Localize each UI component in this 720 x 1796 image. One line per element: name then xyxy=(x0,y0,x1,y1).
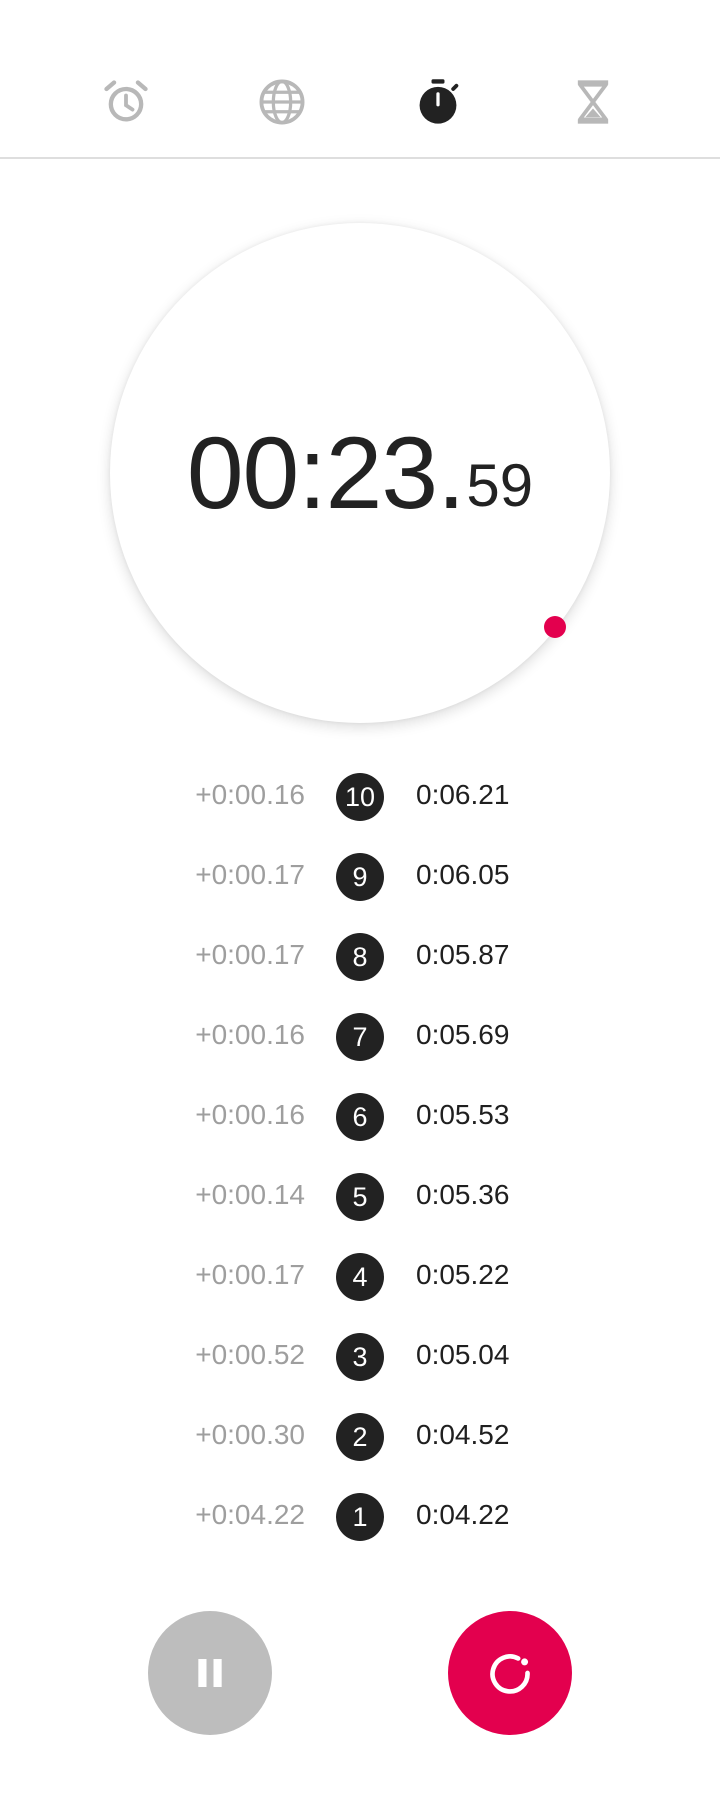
lap-total-time: 0:05.36 xyxy=(416,1179,510,1210)
lap-total-time: 0:04.22 xyxy=(416,1499,510,1530)
lap-number-badge: 3 xyxy=(336,1333,384,1381)
lap-button[interactable] xyxy=(448,1611,572,1735)
lap-split: +0:00.30 xyxy=(195,1419,305,1450)
lap-total-time: 0:05.53 xyxy=(416,1099,510,1130)
lap-number-badge: 7 xyxy=(336,1013,384,1061)
lap-split: +0:00.14 xyxy=(195,1179,305,1210)
lap-number-badge: 6 xyxy=(336,1093,384,1141)
lap-total-time: 0:05.69 xyxy=(416,1019,510,1050)
lap-icon xyxy=(490,1654,530,1694)
tab-world-clock[interactable] xyxy=(250,70,314,134)
tab-alarm[interactable] xyxy=(94,70,158,134)
elapsed-time-hundredths: 59 xyxy=(466,452,534,519)
lap-split: +0:00.16 xyxy=(195,1099,305,1130)
lap-number-badge: 9 xyxy=(336,853,384,901)
stopwatch-icon xyxy=(419,79,459,124)
globe-icon xyxy=(259,79,305,125)
lap-split: +0:00.17 xyxy=(195,1259,305,1290)
lap-row: +0:00.16 6 0:05.53 xyxy=(0,1077,720,1157)
progress-indicator-dot xyxy=(544,616,566,638)
alarm-clock-icon xyxy=(104,80,148,122)
lap-row: +0:00.30 2 0:04.52 xyxy=(0,1397,720,1477)
lap-total-time: 0:05.04 xyxy=(416,1339,510,1370)
stopwatch-dial: 00:23. 59 xyxy=(110,223,610,723)
hourglass-icon xyxy=(577,80,609,124)
lap-split: +0:00.52 xyxy=(195,1339,305,1370)
lap-number-badge: 5 xyxy=(336,1173,384,1221)
lap-total-time: 0:05.87 xyxy=(416,939,510,970)
lap-total-time: 0:06.21 xyxy=(416,779,510,810)
lap-row: +0:00.16 7 0:05.69 xyxy=(0,997,720,1077)
laps-list: +0:00.16 10 0:06.21 +0:00.17 9 0:06.05 +… xyxy=(0,757,720,1557)
lap-row: +0:00.14 5 0:05.36 xyxy=(0,1157,720,1237)
lap-split: +0:04.22 xyxy=(195,1499,305,1530)
elapsed-time-main: 00:23. xyxy=(186,416,466,530)
lap-number-badge: 4 xyxy=(336,1253,384,1301)
lap-row: +0:04.22 1 0:04.22 xyxy=(0,1477,720,1557)
lap-total-time: 0:05.22 xyxy=(416,1259,510,1290)
lap-row: +0:00.17 4 0:05.22 xyxy=(0,1237,720,1317)
lap-number-badge: 10 xyxy=(336,773,384,821)
lap-row: +0:00.17 8 0:05.87 xyxy=(0,917,720,997)
lap-number-badge: 8 xyxy=(336,933,384,981)
lap-total-time: 0:04.52 xyxy=(416,1419,510,1450)
lap-number-badge: 2 xyxy=(336,1413,384,1461)
lap-split: +0:00.17 xyxy=(195,939,305,970)
lap-row: +0:00.16 10 0:06.21 xyxy=(0,757,720,837)
pause-button[interactable] xyxy=(148,1611,272,1735)
tab-stopwatch[interactable] xyxy=(406,70,470,134)
lap-row: +0:00.52 3 0:05.04 xyxy=(0,1317,720,1397)
tab-bar xyxy=(0,0,720,159)
pause-icon xyxy=(198,1659,222,1687)
lap-split: +0:00.16 xyxy=(195,779,305,810)
lap-row: +0:00.17 9 0:06.05 xyxy=(0,837,720,917)
lap-split: +0:00.16 xyxy=(195,1019,305,1050)
lap-number-badge: 1 xyxy=(336,1493,384,1541)
lap-split: +0:00.17 xyxy=(195,859,305,890)
tab-timer[interactable] xyxy=(561,70,625,134)
lap-total-time: 0:06.05 xyxy=(416,859,510,890)
elapsed-time: 00:23. 59 xyxy=(110,223,610,723)
